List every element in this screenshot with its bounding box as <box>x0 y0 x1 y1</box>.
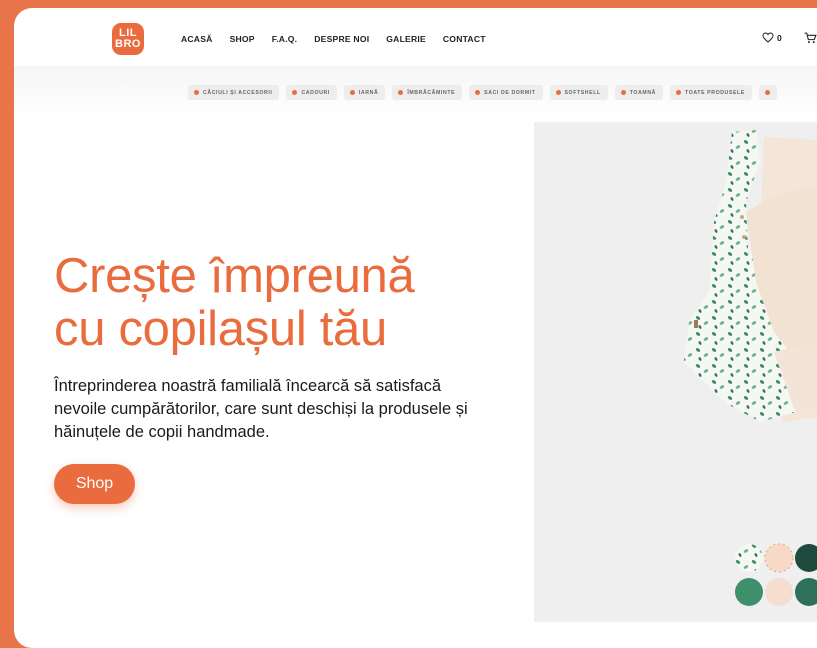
category-label: SOFTSHELL <box>564 89 601 96</box>
category-dot <box>194 90 199 95</box>
logo-line-2: BRO <box>115 38 141 50</box>
category-toamna[interactable]: TOAMNĂ <box>614 85 664 100</box>
site-header: LIL BRO ACASĂ SHOP F.A.Q. DESPRE NOI GAL… <box>14 8 817 66</box>
wishlist-button[interactable]: 0 <box>762 32 782 43</box>
heart-icon <box>762 32 774 43</box>
category-saci-de-dormit[interactable]: SACI DE DORMIT <box>469 85 543 100</box>
shop-button[interactable]: Shop <box>54 464 135 504</box>
nav-item-galerie[interactable]: GALERIE <box>386 34 426 44</box>
product-image <box>534 122 817 622</box>
category-label: IARNĂ <box>358 89 379 96</box>
hero-description: Întreprinderea noastră familială încearc… <box>54 377 468 441</box>
hero-title-line-2: cu copilașul tău <box>54 302 387 356</box>
category-softshell[interactable]: SOFTSHELL <box>549 85 608 100</box>
category-dot <box>398 90 404 95</box>
hero-title-line-1: Crește împreună <box>54 249 415 303</box>
nav-item-despre-noi[interactable]: DESPRE NOI <box>314 34 369 44</box>
category-label: CADOURI <box>301 89 330 96</box>
category-label: SACI DE DORMIT <box>484 89 536 96</box>
category-dot <box>349 90 355 95</box>
category-label: TOATE PRODUSELE <box>685 89 745 96</box>
category-list: CĂCIULI ȘI ACCESORII CADOURI IARNĂ ÎMBRĂ… <box>188 85 777 100</box>
wishlist-count: 0 <box>777 32 782 43</box>
category-label: CĂCIULI ȘI ACCESORII <box>203 89 273 96</box>
category-imbracaminte[interactable]: ÎMBRĂCĂMINTE <box>392 85 463 100</box>
category-label: ÎMBRĂCĂMINTE <box>407 89 456 96</box>
category-dot <box>764 90 770 95</box>
nav-item-contact[interactable]: CONTACT <box>443 34 486 44</box>
fabric-swatches <box>735 543 817 606</box>
nav-item-acasa[interactable]: ACASĂ <box>181 34 213 44</box>
main-nav: ACASĂ SHOP F.A.Q. DESPRE NOI GALERIE CON… <box>181 34 486 44</box>
category-dot <box>555 90 561 95</box>
cart-icon <box>804 32 817 44</box>
category-caciuli-accesorii[interactable]: CĂCIULI ȘI ACCESORII <box>188 85 280 100</box>
hero-title: Crește împreună cu copilașul tău <box>54 250 524 356</box>
logo[interactable]: LIL BRO <box>112 23 144 55</box>
category-dot <box>620 90 626 95</box>
page-frame: LIL BRO ACASĂ SHOP F.A.Q. DESPRE NOI GAL… <box>14 8 817 648</box>
category-dot <box>676 90 682 95</box>
category-dot <box>475 90 481 95</box>
category-toate-produsele[interactable]: TOATE PRODUSELE <box>670 85 752 100</box>
category-label: TOAMNĂ <box>629 89 657 96</box>
category-dot <box>292 90 298 95</box>
category-strip: CĂCIULI ȘI ACCESORII CADOURI IARNĂ ÎMBRĂ… <box>14 66 817 122</box>
cart-button[interactable] <box>804 31 817 49</box>
nav-item-faq[interactable]: F.A.Q. <box>272 34 298 44</box>
nav-item-shop[interactable]: SHOP <box>230 34 255 44</box>
category-cadouri[interactable]: CADOURI <box>286 85 337 100</box>
category-more[interactable] <box>758 85 777 100</box>
category-iarna[interactable]: IARNĂ <box>343 85 386 100</box>
